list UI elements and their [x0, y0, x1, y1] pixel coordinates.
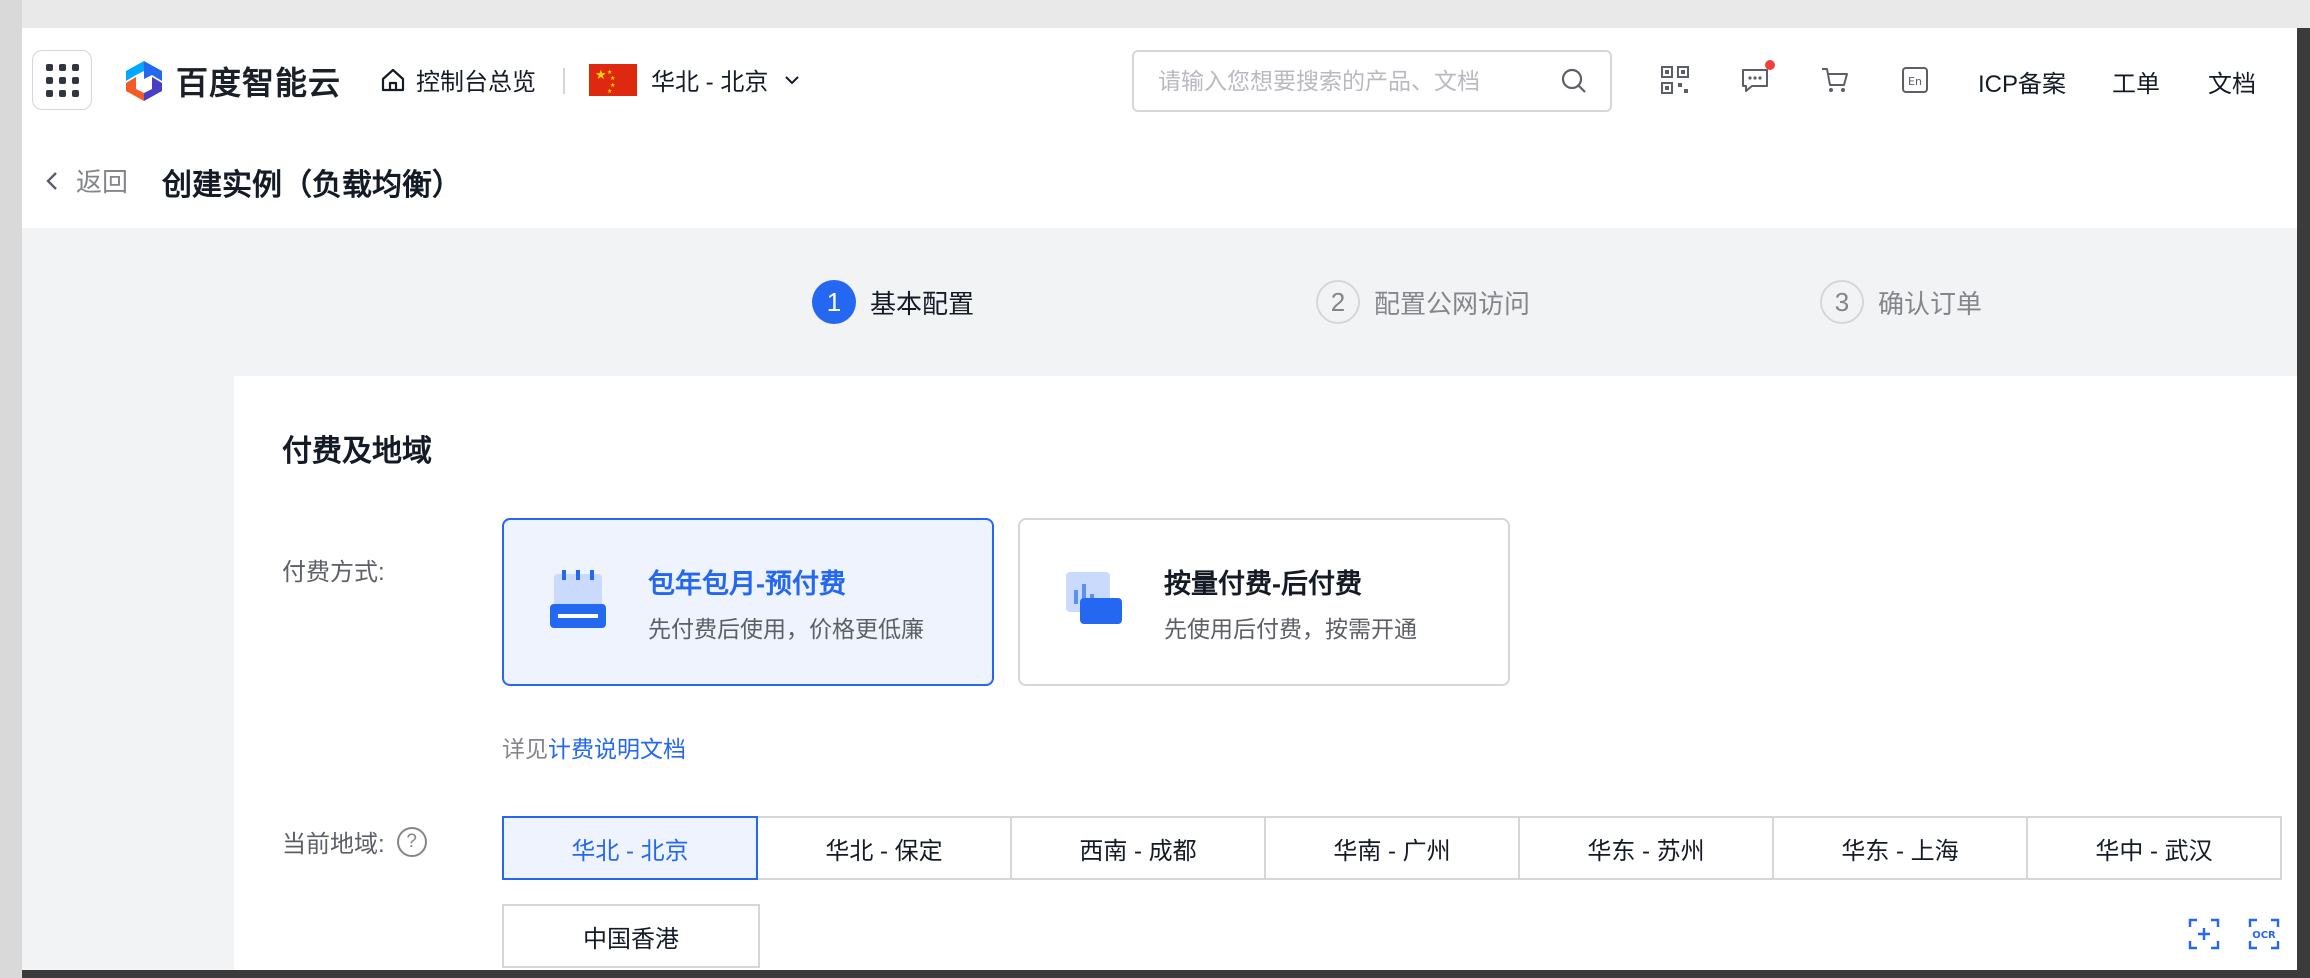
- docs-link[interactable]: 文档: [2208, 64, 2256, 99]
- ticket-link[interactable]: 工单: [2112, 64, 2160, 99]
- postpaid-desc: 先使用后付费，按需开通: [1164, 616, 1417, 642]
- step-label: 确认订单: [1878, 288, 1983, 319]
- region-option-chengdu[interactable]: 西南 - 成都: [1010, 816, 1266, 880]
- svg-text:En: En: [1908, 75, 1922, 88]
- cart-icon[interactable]: [1819, 64, 1851, 96]
- nav-divider: [563, 68, 565, 94]
- region-option-suzhou[interactable]: 华东 - 苏州: [1518, 816, 1774, 880]
- region-button-group: 华北 - 北京 华北 - 保定 西南 - 成都 华南 - 广州 华东 - 苏州 …: [502, 816, 2282, 880]
- back-button[interactable]: 返回: [42, 162, 128, 199]
- help-icon[interactable]: ?: [396, 826, 427, 857]
- step-label: 基本配置: [870, 288, 975, 319]
- step-number: 3: [1820, 280, 1864, 324]
- postpaid-option[interactable]: 按量付费-后付费 先使用后付费，按需开通: [1018, 518, 1510, 686]
- chevron-left-icon: [46, 171, 57, 190]
- region-selector-label: 华北 - 北京: [651, 69, 769, 96]
- calendar-icon: [550, 570, 606, 628]
- brand-name: 百度智能云: [176, 65, 342, 101]
- region-option-guangzhou[interactable]: 华南 - 广州: [1264, 816, 1520, 880]
- step-number: 2: [1316, 280, 1360, 324]
- message-icon[interactable]: [1739, 60, 1775, 96]
- product-menu-button[interactable]: [32, 50, 92, 110]
- console-overview-label: 控制台总览: [416, 69, 536, 96]
- region-option-baoding[interactable]: 华北 - 保定: [756, 816, 1012, 880]
- top-navigation-bar: 百度智能云 控制台总览 ★ ★ ★ ★ ★ 华北 - 北京 请输入您想要搜索的产…: [22, 28, 2297, 130]
- billing-doc-prefix: 详见: [502, 736, 548, 762]
- baidu-cloud-logo-icon: [126, 61, 162, 101]
- step-public-access: 2 配置公网访问: [1316, 280, 1530, 324]
- china-flag-icon: ★ ★ ★ ★ ★: [589, 63, 637, 96]
- step-confirm-order: 3 确认订单: [1820, 280, 1982, 324]
- current-region-label-text: 当前地域:: [282, 831, 385, 858]
- payment-method-label-text: 付费方式:: [282, 559, 385, 586]
- home-icon: [381, 68, 405, 91]
- language-en-icon[interactable]: En: [1899, 64, 1931, 96]
- search-icon[interactable]: [1560, 67, 1588, 95]
- prepaid-option[interactable]: 包年包月-预付费 先付费后使用，价格更低廉: [502, 518, 994, 686]
- billing-doc-hint: 详见计费说明文档: [502, 730, 686, 764]
- region-option-shanghai[interactable]: 华东 - 上海: [1772, 816, 2028, 880]
- prepaid-desc: 先付费后使用，价格更低廉: [648, 616, 924, 642]
- background-window-strip: [0, 0, 2310, 28]
- console-overview-link[interactable]: 控制台总览: [380, 62, 536, 97]
- region-selector[interactable]: ★ ★ ★ ★ ★ 华北 - 北京: [589, 62, 802, 97]
- brand-logo[interactable]: 百度智能云: [122, 58, 341, 104]
- prepaid-title: 包年包月-预付费: [648, 569, 846, 599]
- back-label: 返回: [76, 167, 129, 197]
- browser-window: 百度智能云 控制台总览 ★ ★ ★ ★ ★ 华北 - 北京 请输入您想要搜索的产…: [22, 28, 2297, 970]
- usage-chart-icon: [1066, 572, 1122, 624]
- global-search-box[interactable]: [1132, 50, 1612, 112]
- section-title: 付费及地域: [282, 435, 432, 468]
- step-label: 配置公网访问: [1374, 288, 1531, 319]
- notification-dot: [1765, 60, 1775, 70]
- step-number: 1: [812, 280, 856, 324]
- billing-region-card: 付费及地域 付费方式: 包年包月-预付费 先付费后使用，价格更低廉 按量付费-后…: [234, 376, 2297, 970]
- region-option-wuhan[interactable]: 华中 - 武汉: [2026, 816, 2282, 880]
- step-basic-config: 1 基本配置: [812, 280, 974, 324]
- current-region-label: 当前地域: ?: [282, 824, 427, 859]
- chevron-down-icon: [785, 75, 800, 84]
- icp-filing-link[interactable]: ICP备案: [1978, 64, 2066, 99]
- screenshot-tool-icon[interactable]: [2182, 912, 2226, 956]
- payment-method-label: 付费方式:: [282, 552, 385, 587]
- postpaid-title: 按量付费-后付费: [1164, 569, 1362, 599]
- region-option-hongkong[interactable]: 中国香港: [502, 904, 760, 968]
- page-title: 创建实例（负载均衡）: [162, 169, 462, 202]
- global-search-input[interactable]: [1156, 66, 1560, 96]
- region-option-beijing[interactable]: 华北 - 北京: [502, 816, 758, 880]
- ocr-tool-icon[interactable]: OCR: [2242, 912, 2286, 956]
- svg-text:OCR: OCR: [2252, 930, 2276, 941]
- background-window-edge: [0, 0, 22, 978]
- billing-doc-link[interactable]: 计费说明文档: [548, 736, 686, 762]
- qrcode-icon[interactable]: [1659, 64, 1691, 96]
